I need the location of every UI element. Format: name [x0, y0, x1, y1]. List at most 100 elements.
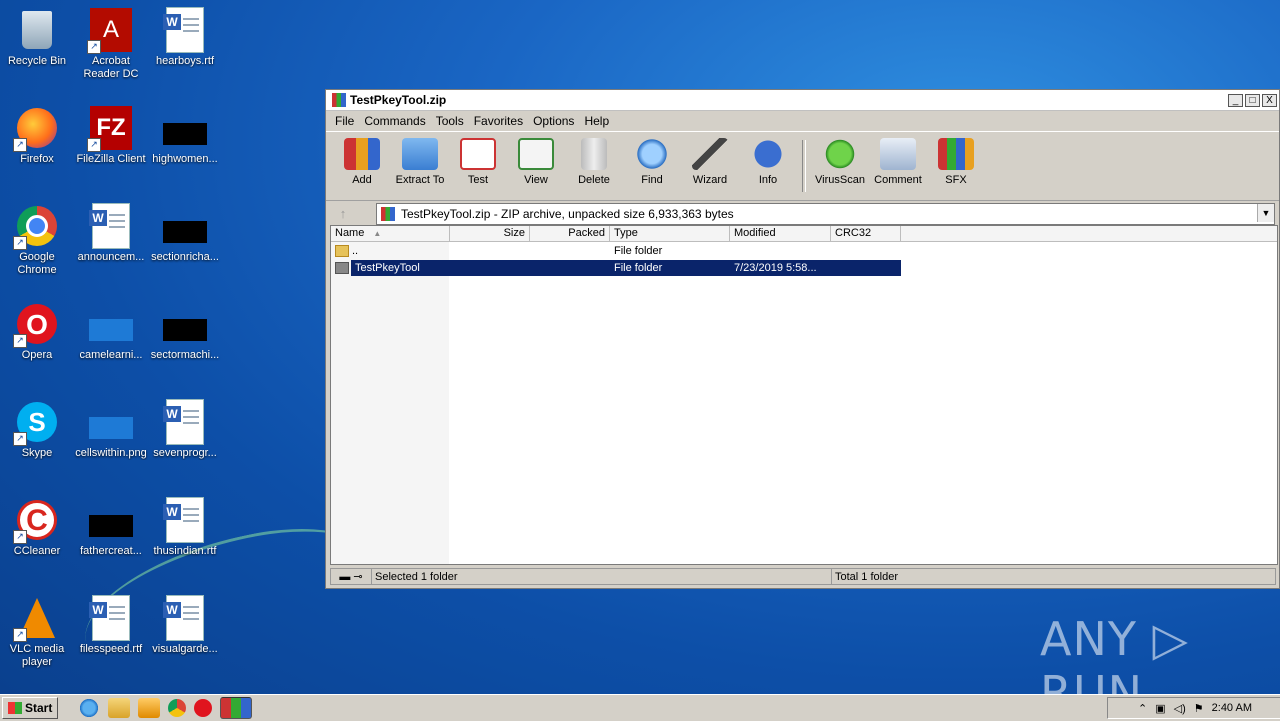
address-bar: ↑ TestPkeyTool.zip - ZIP archive, unpack… [326, 201, 1279, 227]
view-icon [518, 138, 554, 170]
column-modified[interactable]: Modified [730, 226, 831, 241]
virusscan-button[interactable]: VirusScan [812, 136, 868, 186]
virusscan-icon [822, 138, 858, 170]
desktop-icon-fathercreat[interactable]: fathercreat... [74, 492, 148, 558]
column-size[interactable]: Size [450, 226, 530, 241]
row-name: TestPkeyTool [355, 262, 420, 274]
status-selected: Selected 1 folder [371, 568, 832, 585]
menu-favorites[interactable]: Favorites [469, 114, 528, 128]
desktop-icon-recycle-bin[interactable]: Recycle Bin [0, 2, 74, 68]
image-thumbnail-icon [163, 204, 207, 248]
extract-to-button[interactable]: Extract To [392, 136, 448, 186]
system-tray: ⌃ ▣ ◁) ⚑ 2:40 AM [1107, 697, 1280, 719]
desktop-icon-ccleaner[interactable]: C ↗ CCleaner [0, 492, 74, 558]
chevron-down-icon[interactable]: ▼ [1257, 204, 1274, 222]
start-button[interactable]: Start [2, 697, 59, 719]
acrobat-icon: A ↗ [87, 8, 133, 54]
action-center-flag-icon[interactable]: ⚑ [1194, 702, 1204, 715]
add-button[interactable]: Add [334, 136, 390, 186]
desktop-icon-filesspeed[interactable]: W filesspeed.rtf [74, 590, 148, 656]
ccleaner-icon: C ↗ [13, 498, 59, 544]
desktop-icon-firefox[interactable]: ↗ Firefox [0, 100, 74, 166]
delete-button[interactable]: Delete [566, 136, 622, 186]
column-type[interactable]: Type [610, 226, 730, 241]
find-button[interactable]: Find [624, 136, 680, 186]
row-modified [730, 243, 831, 259]
table-row-selected[interactable]: TestPkeyTool File folder 7/23/2019 5:58.… [331, 260, 901, 276]
desktop-icon-visualgarde[interactable]: W visualgarde... [148, 590, 222, 656]
chrome-taskbar-icon[interactable] [168, 699, 187, 717]
menu-help[interactable]: Help [579, 114, 614, 128]
list-left-pane [331, 242, 449, 564]
row-modified: 7/23/2019 5:58... [734, 262, 817, 274]
desktop-icon-filezilla[interactable]: FZ ↗ FileZilla Client [74, 100, 148, 166]
archive-path-text: TestPkeyTool.zip - ZIP archive, unpacked… [401, 207, 734, 221]
volume-icon[interactable]: ◁) [1174, 702, 1186, 715]
column-crc32[interactable]: CRC32 [831, 226, 901, 241]
row-name: .. [331, 243, 450, 259]
column-name[interactable]: Name ▲ [331, 226, 450, 241]
file-list[interactable]: Name ▲ Size Packed Type Modified CRC32 .… [330, 225, 1278, 565]
desktop-icon-announcem[interactable]: W announcem... [74, 198, 148, 264]
test-icon [460, 138, 496, 170]
desktop-icon-acrobat[interactable]: A ↗ Acrobat Reader DC [74, 2, 148, 81]
winrar-taskbar-button[interactable] [220, 697, 253, 719]
menu-options[interactable]: Options [528, 114, 579, 128]
taskbar: Start ⌃ ▣ ◁) ⚑ 2:40 AM [0, 694, 1280, 721]
sort-ascending-icon: ▲ [373, 229, 382, 238]
row-packed [530, 260, 610, 276]
desktop-icon-vlc[interactable]: ↗ VLC media player [0, 590, 74, 669]
comment-button[interactable]: Comment [870, 136, 926, 186]
minimize-button[interactable]: _ [1228, 93, 1243, 107]
menu-commands[interactable]: Commands [359, 114, 430, 128]
wizard-button[interactable]: Wizard [682, 136, 738, 186]
desktop-icon-highwomen[interactable]: highwomen... [148, 100, 222, 166]
desktop-icon-hearboys[interactable]: W hearboys.rtf [148, 2, 222, 68]
row-crc [831, 260, 901, 276]
desktop-icon-opera[interactable]: O ↗ Opera [0, 296, 74, 362]
opera-taskbar-icon[interactable] [194, 699, 213, 717]
word-doc-icon: W [163, 595, 207, 641]
desktop-icon-cellswithin[interactable]: cellswithin.png [74, 394, 148, 460]
firefox-icon: ↗ [13, 106, 59, 152]
test-button[interactable]: Test [450, 136, 506, 186]
archive-icon [381, 207, 395, 221]
file-explorer-icon[interactable] [108, 698, 131, 718]
archive-path-field[interactable]: TestPkeyTool.zip - ZIP archive, unpacked… [376, 203, 1275, 225]
desktop-icon-sevenprogr[interactable]: W sevenprogr... [148, 394, 222, 460]
extract-icon [402, 138, 438, 170]
show-hidden-icons-icon[interactable]: ⌃ [1138, 702, 1147, 715]
find-icon [634, 138, 670, 170]
desktop-icon-camelearni[interactable]: camelearni... [74, 296, 148, 362]
title-bar[interactable]: TestPkeyTool.zip _ □ X [326, 90, 1279, 111]
column-packed[interactable]: Packed [530, 226, 610, 241]
clock[interactable]: 2:40 AM [1212, 702, 1252, 714]
menu-file[interactable]: File [330, 114, 359, 128]
drive-icon[interactable]: ▬ ⊸ [330, 568, 371, 585]
desktop-icon-skype[interactable]: S ↗ Skype [0, 394, 74, 460]
vlc-icon: ↗ [13, 596, 59, 642]
view-button[interactable]: View [508, 136, 564, 186]
desktop-icon-sectionricha[interactable]: sectionricha... [148, 198, 222, 264]
desktop-icon-chrome[interactable]: ↗ Google Chrome [0, 198, 74, 277]
network-icon[interactable]: ▣ [1155, 702, 1165, 715]
media-player-icon[interactable] [138, 698, 161, 718]
wizard-icon [692, 138, 728, 170]
winrar-window: TestPkeyTool.zip _ □ X File Commands Too… [325, 89, 1280, 589]
desktop-icon-sectormachi[interactable]: sectormachi... [148, 296, 222, 362]
row-crc [831, 243, 901, 259]
word-doc-icon: W [89, 595, 133, 641]
sfx-button[interactable]: SFX [928, 136, 984, 186]
internet-explorer-icon[interactable] [78, 698, 101, 718]
up-arrow-icon[interactable]: ↑ [330, 204, 356, 224]
menu-tools[interactable]: Tools [431, 114, 469, 128]
maximize-button[interactable]: □ [1245, 93, 1260, 107]
info-button[interactable]: Info [740, 136, 796, 186]
table-row[interactable]: .. File folder [331, 243, 901, 259]
row-icon-cell [331, 260, 351, 276]
close-button[interactable]: X [1262, 93, 1277, 107]
desktop-icon-thusindian[interactable]: W thusindian.rtf [148, 492, 222, 558]
sfx-icon [938, 138, 974, 170]
word-doc-icon: W [89, 203, 133, 249]
image-thumbnail-icon [163, 106, 207, 150]
